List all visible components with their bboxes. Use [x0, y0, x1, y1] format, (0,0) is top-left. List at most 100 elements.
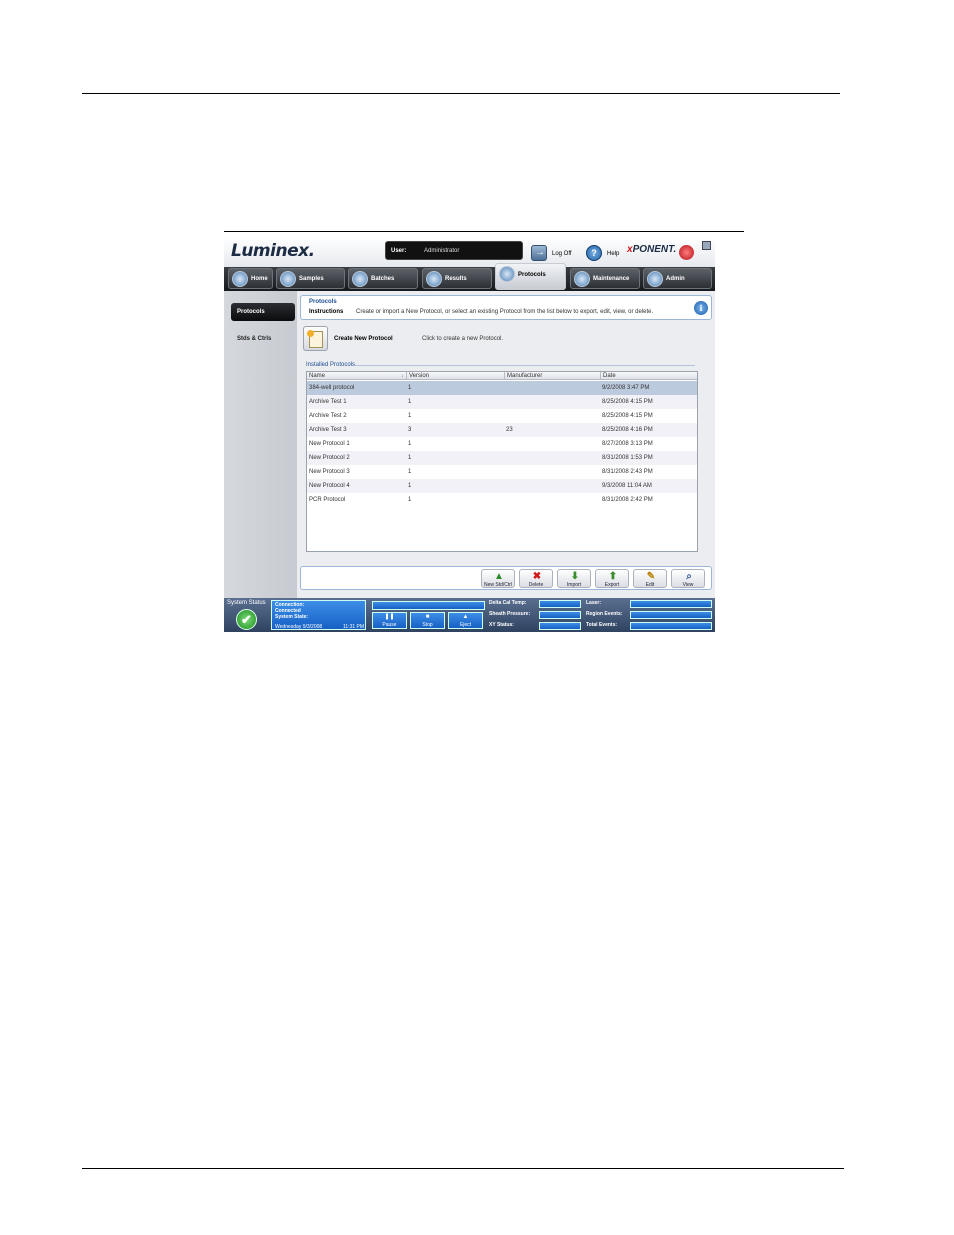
- export-icon: ⬆: [608, 571, 618, 582]
- cell-version: 1: [408, 497, 412, 503]
- edit-label: Edit: [645, 582, 655, 588]
- stat-value-bar: [539, 611, 581, 619]
- table-row[interactable]: New Protocol 1 1 8/27/2008 3:13 PM: [307, 437, 697, 451]
- cell-name: New Protocol 3: [309, 469, 350, 475]
- view-button[interactable]: ⌕ View: [671, 569, 705, 588]
- stat-label: Laser:: [586, 600, 602, 606]
- stat-label: Total Events:: [586, 622, 618, 628]
- table-header: Name ↓ Version Manufacturer Date: [307, 372, 697, 380]
- cell-date: 8/31/2008 2:43 PM: [602, 469, 653, 475]
- table-row[interactable]: New Protocol 2 1 8/31/2008 1:53 PM: [307, 451, 697, 465]
- status-bar: System Status ✔ Connection: Connected Sy…: [224, 598, 715, 632]
- home-icon: [232, 271, 248, 287]
- tab-results[interactable]: Results: [422, 268, 492, 289]
- cell-name: PCR Protocol: [309, 497, 346, 503]
- tab-protocols[interactable]: Protocols: [495, 263, 566, 290]
- table-row[interactable]: PCR Protocol 1 8/31/2008 2:42 PM: [307, 493, 697, 507]
- table-row[interactable]: Archive Test 2 1 8/25/2008 4:15 PM: [307, 409, 697, 423]
- page-title: Protocols: [309, 299, 337, 305]
- tab-label: Maintenance: [593, 276, 630, 282]
- cell-date: 8/25/2008 4:15 PM: [602, 413, 653, 419]
- help-button[interactable]: Help: [607, 251, 619, 257]
- stat-region-events: Region Events:: [586, 610, 712, 619]
- table-row[interactable]: Archive Test 3 3 23 8/25/2008 4:16 PM: [307, 423, 697, 437]
- cell-name: Archive Test 1: [309, 399, 347, 405]
- sidebar-item-stds-ctrls[interactable]: Stds & Ctrls: [231, 330, 295, 348]
- tab-label: Samples: [299, 276, 324, 282]
- new-std-ctrl-icon: ▲: [494, 571, 504, 582]
- edit-button[interactable]: ✎ Edit: [633, 569, 667, 588]
- page-top-rule: [82, 93, 840, 94]
- cell-version: 1: [408, 441, 412, 447]
- system-state-label: System State:: [275, 614, 309, 620]
- delete-button[interactable]: ✖ Delete: [519, 569, 553, 588]
- column-header-date[interactable]: Date: [600, 372, 697, 380]
- delete-label: Delete: [528, 582, 544, 588]
- view-label: View: [682, 582, 694, 588]
- stat-total-events: Total Events:: [586, 621, 712, 630]
- create-protocol-button[interactable]: [303, 326, 328, 351]
- tab-maintenance[interactable]: Maintenance: [570, 268, 640, 289]
- column-header-name[interactable]: Name ↓: [307, 372, 406, 380]
- info-icon[interactable]: i: [694, 301, 708, 315]
- protocols-icon: [499, 266, 515, 282]
- cell-name: Archive Test 3: [309, 427, 347, 433]
- cell-date: 9/3/2008 11:04 AM: [602, 483, 652, 489]
- cell-name: New Protocol 2: [309, 455, 350, 461]
- stop-label: Stop: [422, 622, 433, 628]
- protocols-table: Name ↓ Version Manufacturer Date 384-wel…: [306, 371, 698, 552]
- table-row[interactable]: 384-well protocol 1 9/2/2008 3:47 PM: [307, 381, 697, 395]
- batches-icon: [352, 271, 368, 287]
- eject-button[interactable]: ▲ Eject: [448, 612, 483, 629]
- status-time: 11:31 PM: [343, 624, 365, 630]
- figure-top-rule: [224, 231, 744, 232]
- cell-version: 1: [408, 483, 412, 489]
- column-header-manufacturer[interactable]: Manufacturer: [504, 372, 600, 380]
- user-label: User:: [391, 248, 407, 254]
- tab-label: Protocols: [518, 272, 546, 278]
- edit-icon: ✎: [646, 571, 656, 582]
- cell-date: 8/25/2008 4:16 PM: [602, 427, 653, 433]
- sidebar-item-protocols[interactable]: Protocols: [231, 303, 295, 321]
- tab-batches[interactable]: Batches: [348, 268, 418, 289]
- stat-label: XY Status:: [489, 622, 514, 628]
- stat-value-bar: [630, 622, 712, 630]
- logoff-icon[interactable]: [531, 245, 547, 261]
- stat-delta-cal-temp: Delta Cal Temp:: [489, 599, 581, 608]
- import-button[interactable]: ⬇ Import: [557, 569, 591, 588]
- cell-version: 1: [408, 455, 412, 461]
- logoff-button[interactable]: Log Off: [552, 251, 572, 257]
- page-bottom-rule: [82, 1168, 844, 1169]
- cell-version: 3: [408, 427, 412, 433]
- cell-name: Archive Test 2: [309, 413, 347, 419]
- main-nav: Home Samples Batches Results Protocols M…: [224, 263, 715, 291]
- stop-button[interactable]: ■ Stop: [410, 612, 445, 629]
- instructions-text: Create or import a New Protocol, or sele…: [356, 309, 654, 315]
- cell-date: 8/25/2008 4:15 PM: [602, 399, 653, 405]
- pause-button[interactable]: ❚❚ Pause: [372, 612, 407, 629]
- cell-date: 8/31/2008 1:53 PM: [602, 455, 653, 461]
- export-label: Export: [604, 582, 620, 588]
- import-label: Import: [566, 582, 582, 588]
- table-row[interactable]: New Protocol 3 1 8/31/2008 2:43 PM: [307, 465, 697, 479]
- admin-icon: [647, 271, 663, 287]
- tab-home[interactable]: Home: [228, 268, 273, 289]
- tab-label: Admin: [666, 276, 685, 282]
- column-header-version[interactable]: Version: [406, 372, 504, 380]
- cell-version: 1: [408, 385, 412, 391]
- tab-samples[interactable]: Samples: [276, 268, 345, 289]
- cell-version: 1: [408, 413, 412, 419]
- xponent-logo-text: PONENT.: [632, 244, 677, 255]
- stat-value-bar: [630, 600, 712, 608]
- help-icon[interactable]: ?: [586, 245, 602, 261]
- minimize-icon[interactable]: [702, 241, 711, 250]
- stat-value-bar: [539, 622, 581, 630]
- table-row[interactable]: New Protocol 4 1 9/3/2008 11:04 AM: [307, 479, 697, 493]
- new-std-ctrl-button[interactable]: ▲ New Std/Ctrl: [481, 569, 515, 588]
- record-icon: [679, 245, 694, 260]
- table-row[interactable]: Archive Test 1 1 8/25/2008 4:15 PM: [307, 395, 697, 409]
- export-button[interactable]: ⬆ Export: [595, 569, 629, 588]
- tab-admin[interactable]: Admin: [643, 268, 712, 289]
- status-ok-icon: ✔: [236, 609, 257, 630]
- xponent-logo: xPONENT.: [627, 244, 676, 255]
